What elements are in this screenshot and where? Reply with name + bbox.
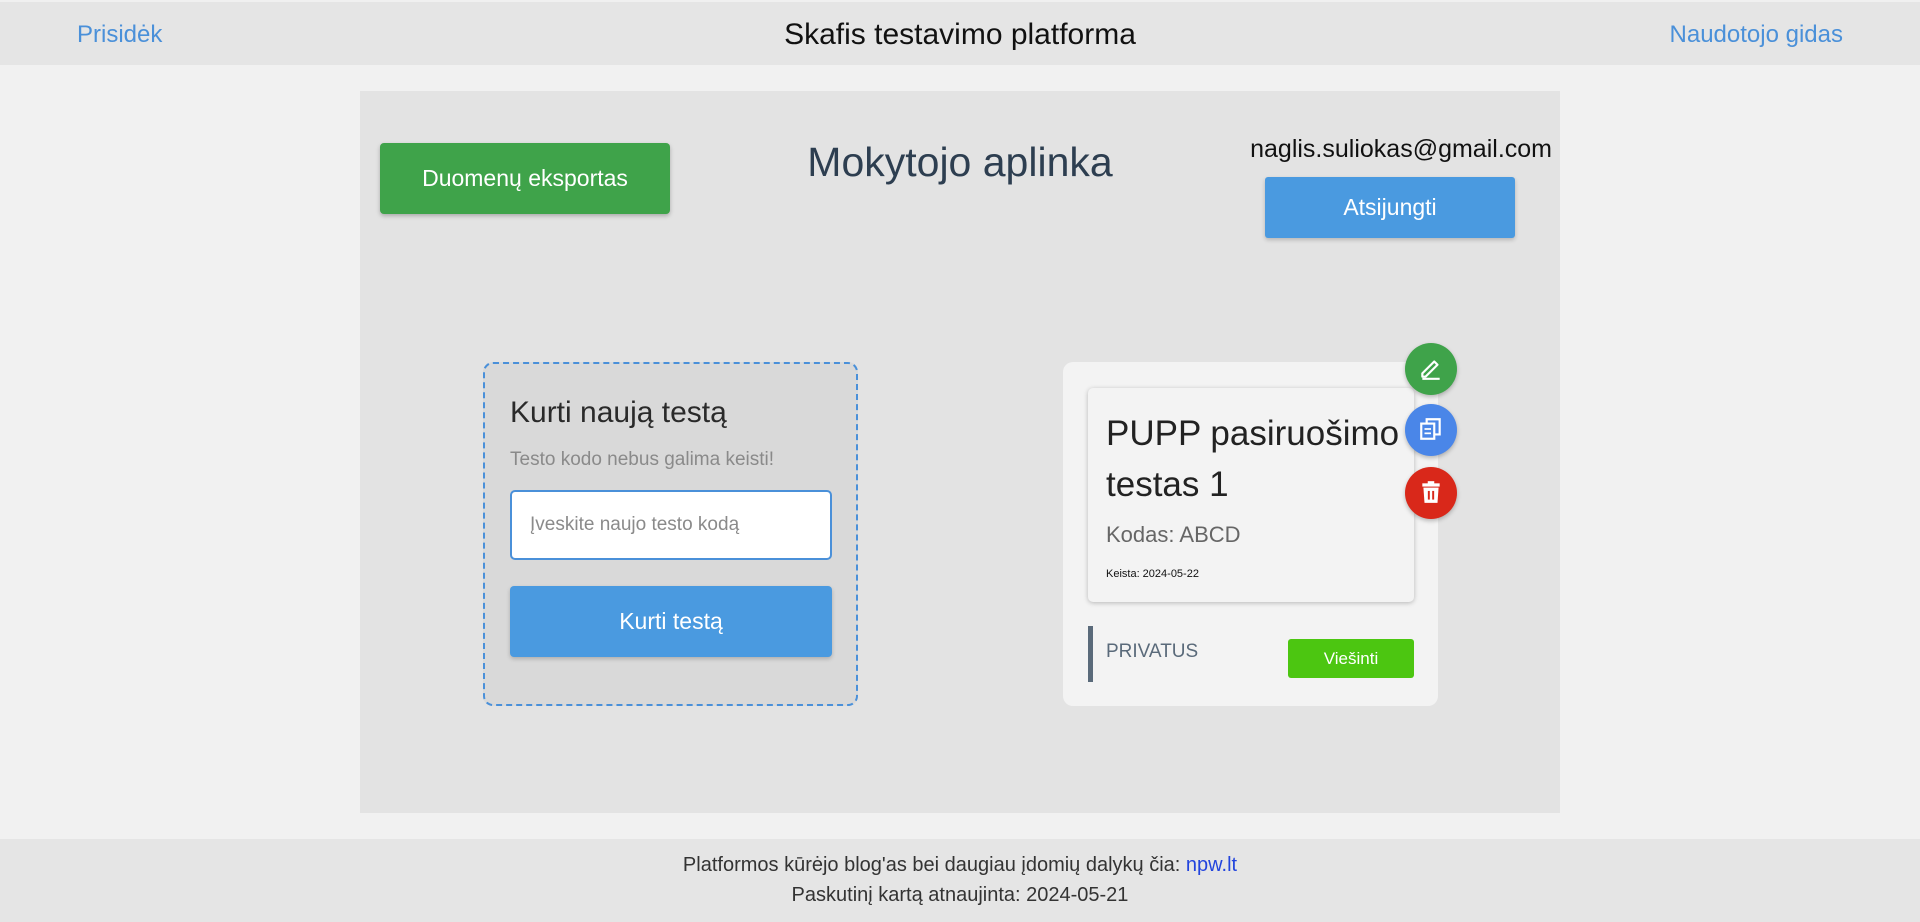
test-info[interactable]: PUPP pasiruošimo testas 1 Kodas: ABCD Ke…: [1088, 388, 1414, 602]
copy-test-button[interactable]: [1405, 404, 1457, 456]
copy-icon: [1418, 416, 1444, 445]
create-test-button[interactable]: Kurti testą: [510, 586, 832, 657]
top-header: Prisidėk Skafis testavimo platforma Naud…: [0, 0, 1920, 65]
test-card: PUPP pasiruošimo testas 1 Kodas: ABCD Ke…: [1063, 362, 1438, 706]
footer-updated-date: Paskutinį kartą atnaujinta: 2024-05-21: [791, 884, 1129, 906]
create-test-card: Kurti naują testą Testo kodo nebus galim…: [483, 362, 858, 706]
delete-test-button[interactable]: [1405, 467, 1457, 519]
status-indicator: PRIVATUS: [1088, 626, 1198, 682]
footer-blog-line: Platformos kūrėjo blog'as bei daugiau įd…: [0, 854, 1920, 877]
user-email: naglis.suliokas@gmail.com: [1250, 135, 1552, 163]
status-label: PRIVATUS: [1106, 641, 1199, 662]
footer: Platformos kūrėjo blog'as bei daugiau įd…: [0, 839, 1920, 922]
site-title: Skafis testavimo platforma: [784, 18, 1136, 51]
test-code: Kodas: ABCD: [1106, 522, 1241, 547]
test-code-input[interactable]: [510, 490, 832, 560]
test-name: PUPP pasiruošimo testas 1: [1106, 414, 1400, 504]
create-test-note: Testo kodo nebus galima keisti!: [510, 449, 775, 470]
user-guide-link[interactable]: Naudotojo gidas: [1670, 21, 1843, 49]
edit-test-button[interactable]: [1405, 343, 1457, 395]
publish-button[interactable]: Viešinti: [1288, 639, 1414, 678]
trash-icon: [1418, 479, 1444, 508]
logout-button[interactable]: Atsijungti: [1265, 177, 1515, 238]
pencil-icon: [1418, 355, 1444, 384]
test-modified-date: Keista: 2024-05-22: [1106, 568, 1199, 580]
blog-link[interactable]: npw.lt: [1186, 854, 1237, 876]
teacher-panel: Duomenų eksportas Mokytojo aplinka nagli…: [360, 91, 1560, 813]
create-test-heading: Kurti naują testą: [510, 396, 727, 429]
footer-blog-text: Platformos kūrėjo blog'as bei daugiau įd…: [682, 854, 1186, 876]
